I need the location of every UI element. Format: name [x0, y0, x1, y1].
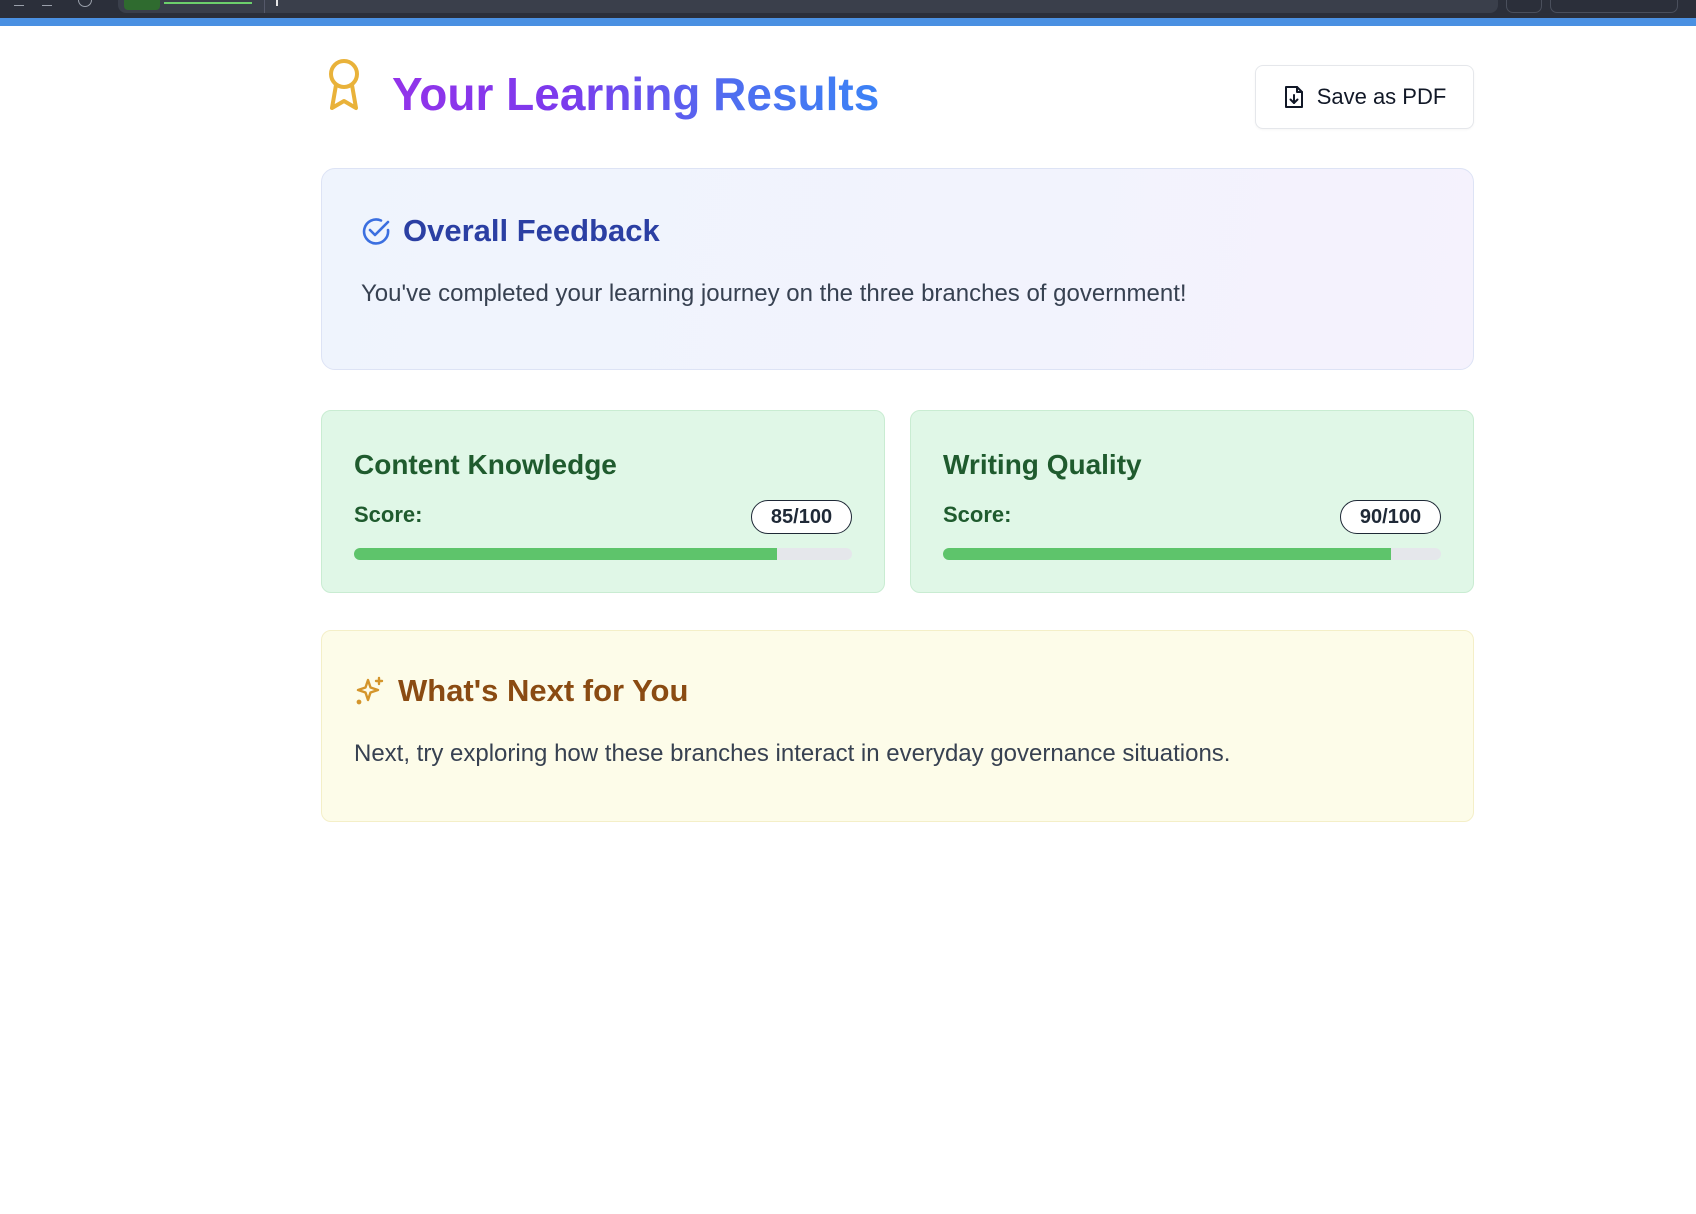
score-title: Content Knowledge	[354, 449, 617, 480]
score-label: Score:	[943, 502, 1012, 527]
overall-feedback-card: Overall Feedback You've completed your l…	[321, 168, 1474, 370]
file-download-icon	[1284, 86, 1303, 108]
browser-nav-buttons[interactable]	[0, 0, 110, 12]
award-icon	[329, 59, 359, 110]
whats-next-card: What's Next for You Next, try exploring …	[321, 630, 1474, 822]
save-as-pdf-label: Save as PDF	[1316, 84, 1447, 109]
text-cursor	[276, 0, 278, 6]
page-title: Your Learning Results	[392, 68, 880, 120]
toolbar-button[interactable]	[1550, 0, 1678, 13]
whats-next-heading: What's Next for You	[354, 671, 688, 711]
forward-arrow-icon[interactable]	[42, 0, 52, 6]
reload-icon[interactable]	[78, 0, 92, 7]
score-progress-bar	[943, 548, 1441, 560]
whats-next-title: What's Next for You	[398, 673, 689, 708]
url-divider	[264, 0, 265, 13]
score-card-writing-quality: Writing Quality Score: 90/100	[910, 410, 1474, 593]
url-origin-chip	[124, 0, 262, 10]
url-host-text	[164, 0, 252, 4]
score-progress-fill	[943, 548, 1392, 560]
whats-next-text: Next, try exploring how these branches i…	[354, 740, 1231, 767]
browser-toolbar	[0, 0, 1696, 18]
score-badge: 85/100	[751, 500, 852, 534]
score-progress-fill	[354, 548, 778, 560]
site-badge	[124, 0, 160, 10]
toolbar-button[interactable]	[1506, 0, 1542, 13]
sparkles-icon	[356, 676, 384, 705]
address-bar[interactable]	[118, 0, 1498, 13]
check-circle-icon	[362, 218, 390, 245]
feedback-text: You've completed your learning journey o…	[361, 280, 1187, 307]
back-arrow-icon[interactable]	[14, 0, 24, 6]
score-badge: 90/100	[1340, 500, 1441, 534]
save-as-pdf-button[interactable]: Save as PDF	[1255, 65, 1474, 129]
score-progress-bar	[354, 548, 852, 560]
score-title: Writing Quality	[943, 449, 1142, 480]
feedback-title: Overall Feedback	[403, 213, 660, 248]
score-label: Score:	[354, 502, 423, 527]
accent-strip	[0, 18, 1696, 26]
score-card-content-knowledge: Content Knowledge Score: 85/100	[321, 410, 885, 593]
feedback-heading: Overall Feedback	[361, 211, 660, 251]
